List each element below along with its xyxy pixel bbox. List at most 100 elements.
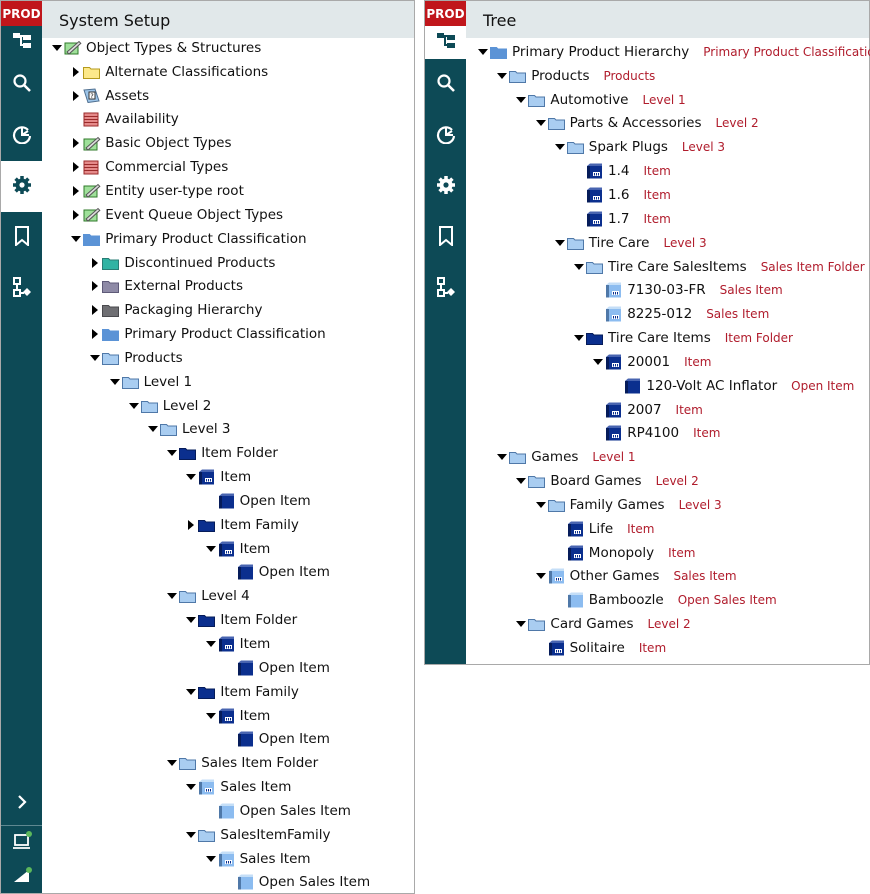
tree-node[interactable]: Open Item <box>42 727 414 751</box>
collapse-triangle-icon[interactable] <box>572 260 586 274</box>
collapse-triangle-icon[interactable] <box>476 45 490 59</box>
tree-node[interactable]: 2007 Item <box>466 398 869 422</box>
tree-node[interactable]: Item <box>42 537 414 561</box>
collapse-triangle-icon[interactable] <box>553 236 567 250</box>
expand-triangle-icon[interactable] <box>69 160 83 174</box>
rail-button-expand-chevron[interactable] <box>1 783 42 825</box>
tree-node[interactable]: 1.4 Item <box>466 159 869 183</box>
tree-node[interactable]: Item Folder <box>42 608 414 632</box>
tree-node[interactable]: Products <box>42 346 414 370</box>
tree-node[interactable]: Entity user-type root <box>42 179 414 203</box>
tree-node[interactable]: Automotive Level 1 <box>466 88 869 112</box>
tree-node[interactable]: Games Level 1 <box>466 445 869 469</box>
collapse-triangle-icon[interactable] <box>204 637 218 651</box>
tree-node[interactable]: Other Games Sales Item <box>466 565 869 589</box>
rail-button-gear[interactable] <box>1 161 42 212</box>
tree-node[interactable]: Availability <box>42 108 414 132</box>
tree-node[interactable]: Item <box>42 704 414 728</box>
collapse-triangle-icon[interactable] <box>514 93 528 107</box>
tree-node[interactable]: Board Games Level 2 <box>466 469 869 493</box>
collapse-triangle-icon[interactable] <box>184 780 198 794</box>
tree-node[interactable]: Tire Care Items Item Folder <box>466 326 869 350</box>
tree-node[interactable]: Open Item <box>42 489 414 513</box>
collapse-triangle-icon[interactable] <box>204 852 218 866</box>
collapse-triangle-icon[interactable] <box>50 41 64 55</box>
collapse-triangle-icon[interactable] <box>591 355 605 369</box>
collapse-triangle-icon[interactable] <box>495 450 509 464</box>
rail-button-refresh[interactable] <box>425 110 466 161</box>
expand-triangle-icon[interactable] <box>69 65 83 79</box>
rail-button-bookmark[interactable] <box>425 212 466 263</box>
tree-node[interactable]: Level 3 <box>42 418 414 442</box>
tree-node[interactable]: ? Assets <box>42 84 414 108</box>
tree-node[interactable]: Sales Item <box>42 775 414 799</box>
collapse-triangle-icon[interactable] <box>184 685 198 699</box>
tree-node[interactable]: Event Queue Object Types <box>42 203 414 227</box>
collapse-triangle-icon[interactable] <box>184 828 198 842</box>
tree-node[interactable]: Solitaire Item <box>466 636 869 660</box>
collapse-triangle-icon[interactable] <box>534 498 548 512</box>
collapse-triangle-icon[interactable] <box>553 140 567 154</box>
collapse-triangle-icon[interactable] <box>514 474 528 488</box>
rail-button-bookmark[interactable] <box>1 212 42 263</box>
tree-node[interactable]: RP4100 Item <box>466 422 869 446</box>
tree-node[interactable]: Bamboozle Open Sales Item <box>466 588 869 612</box>
tree-node[interactable]: Open Item <box>42 656 414 680</box>
rail-button-hierarchy[interactable] <box>1 26 42 59</box>
expand-triangle-icon[interactable] <box>69 184 83 198</box>
rail-button-workflow[interactable] <box>1 263 42 314</box>
collapse-triangle-icon[interactable] <box>204 542 218 556</box>
tree-node[interactable]: External Products <box>42 274 414 298</box>
tree-node[interactable]: 7130-03-FR Sales Item <box>466 278 869 302</box>
tree-node[interactable]: 1.6 Item <box>466 183 869 207</box>
tree-node[interactable]: Monopoly Item <box>466 541 869 565</box>
tree-node[interactable]: Sales Item <box>42 847 414 871</box>
tree-node[interactable]: Primary Product Classification <box>42 322 414 346</box>
collapse-triangle-icon[interactable] <box>165 589 179 603</box>
collapse-triangle-icon[interactable] <box>165 756 179 770</box>
expand-triangle-icon[interactable] <box>88 279 102 293</box>
rail-button-hierarchy[interactable] <box>425 26 466 59</box>
tree-node[interactable]: 1.7 Item <box>466 207 869 231</box>
tree-node[interactable]: Tire Care SalesItems Sales Item Folder <box>466 255 869 279</box>
expand-triangle-icon[interactable] <box>69 136 83 150</box>
collapse-triangle-icon[interactable] <box>572 331 586 345</box>
tree-node[interactable]: Open Item <box>42 561 414 585</box>
collapse-triangle-icon[interactable] <box>127 399 141 413</box>
tree-node[interactable]: Item <box>42 465 414 489</box>
rail-button-gear[interactable] <box>425 161 466 212</box>
tree-node[interactable]: Card Games Level 2 <box>466 612 869 636</box>
tree-node[interactable]: SalesItemFamily <box>42 823 414 847</box>
expand-triangle-icon[interactable] <box>69 89 83 103</box>
tree-node[interactable]: Packaging Hierarchy <box>42 298 414 322</box>
tree-node[interactable]: Object Types & Structures <box>42 36 414 60</box>
tree-node[interactable]: Level 1 <box>42 370 414 394</box>
rail-button-search[interactable] <box>1 59 42 110</box>
tree-node[interactable]: Parts & Accessories Level 2 <box>466 112 869 136</box>
tree-node[interactable]: Basic Object Types <box>42 131 414 155</box>
tree-node[interactable]: Commercial Types <box>42 155 414 179</box>
tree-node[interactable]: Sales Item Folder <box>42 751 414 775</box>
tree-node[interactable]: Item Family <box>42 680 414 704</box>
tree-node[interactable]: Open Sales Item <box>42 871 414 894</box>
rail-button-search[interactable] <box>425 59 466 110</box>
tree-node[interactable]: Discontinued Products <box>42 251 414 275</box>
rail-button-workflow[interactable] <box>425 263 466 314</box>
expand-triangle-icon[interactable] <box>184 518 198 532</box>
collapse-triangle-icon[interactable] <box>534 116 548 130</box>
tree-node[interactable]: Family Games Level 3 <box>466 493 869 517</box>
expand-triangle-icon[interactable] <box>88 256 102 270</box>
rail-button-signal-status[interactable] <box>1 859 42 893</box>
tree-node[interactable]: 8225-012 Sales Item <box>466 302 869 326</box>
tree-node[interactable]: Item Family <box>42 513 414 537</box>
tree-node[interactable]: Item <box>42 632 414 656</box>
tree-node[interactable]: Primary Product Hierarchy Primary Product… <box>466 40 870 64</box>
tree-node[interactable]: Level 4 <box>42 584 414 608</box>
tree-node[interactable]: Level 2 <box>42 394 414 418</box>
rail-button-laptop-status[interactable] <box>1 825 42 859</box>
tree-node[interactable]: Open Sales Item <box>42 799 414 823</box>
collapse-triangle-icon[interactable] <box>204 709 218 723</box>
rail-button-refresh[interactable] <box>1 110 42 161</box>
collapse-triangle-icon[interactable] <box>534 569 548 583</box>
tree-node[interactable]: Products Products <box>466 64 869 88</box>
